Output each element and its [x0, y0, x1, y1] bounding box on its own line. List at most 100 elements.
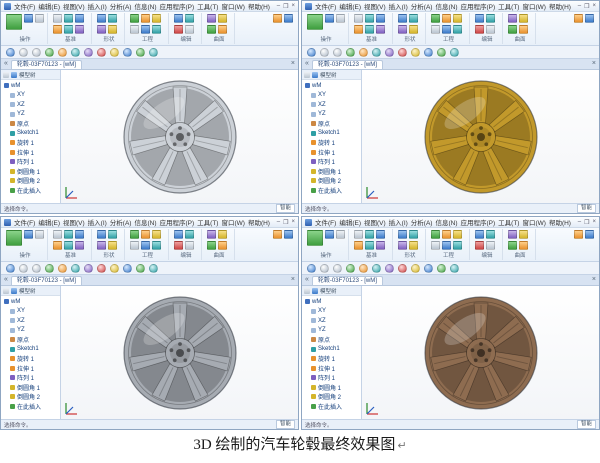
selection-filter[interactable]: 智能 [275, 420, 295, 429]
menu-insert[interactable]: 插入(I) [389, 217, 408, 227]
tree-item-insert-here[interactable]: 在此插入 [1, 186, 60, 196]
switch-window-icon[interactable] [574, 14, 583, 23]
tree-item-round2[interactable]: 倒圆角 2 [1, 176, 60, 186]
csys-display-icon[interactable] [149, 263, 158, 273]
display-style-icon[interactable] [385, 47, 394, 57]
menu-analysis[interactable]: 分析(A) [411, 217, 433, 227]
menu-help[interactable]: 帮助(H) [549, 217, 571, 227]
tree-item-sketch[interactable]: Sketch1 [302, 129, 361, 139]
tree-item-extrude[interactable]: 拉伸 1 [1, 364, 60, 374]
boundary-blend-icon[interactable] [207, 230, 216, 239]
minimize-icon[interactable]: – [277, 3, 280, 10]
ribbon-group-label[interactable]: 曲面 [207, 36, 231, 44]
zoom-out-icon[interactable] [32, 263, 41, 273]
spin-center-icon[interactable] [58, 263, 67, 273]
mirror-icon[interactable] [185, 14, 194, 23]
pattern-icon[interactable] [475, 14, 484, 23]
tree-filter-icon[interactable] [312, 287, 318, 294]
repaint-icon[interactable] [346, 47, 355, 57]
ribbon-group-label[interactable]: 工程 [431, 252, 466, 260]
ribbon-group-label[interactable]: 操作 [307, 36, 345, 44]
tree-item-pattern[interactable]: 阵列 1 [302, 157, 361, 167]
tree-item-sketch[interactable]: Sketch1 [1, 345, 60, 355]
paste-icon[interactable] [325, 230, 334, 239]
menu-help[interactable]: 帮助(H) [549, 1, 571, 11]
datum-point-icon[interactable] [75, 14, 84, 23]
fill-icon[interactable] [519, 14, 528, 23]
plane-display-icon[interactable] [110, 263, 119, 273]
tree-item-root[interactable]: wM [302, 81, 361, 91]
draft-icon[interactable] [152, 25, 161, 34]
menu-info[interactable]: 信息(N) [134, 1, 156, 11]
display-style-icon[interactable] [84, 47, 93, 57]
copy-icon[interactable] [336, 230, 345, 239]
round-icon[interactable] [442, 14, 451, 23]
boundary-blend-icon[interactable] [508, 14, 517, 23]
wheel-model[interactable] [120, 293, 240, 413]
document-tab[interactable]: 轮毂-03F70123 - [wM] [311, 60, 383, 69]
tree-item-plane-xz[interactable]: XZ [302, 100, 361, 110]
viewport-3d[interactable] [362, 286, 599, 419]
shell-icon[interactable] [442, 241, 451, 250]
shell-icon[interactable] [141, 25, 150, 34]
sweep-icon[interactable] [97, 25, 106, 34]
datum-display-icon[interactable] [398, 263, 407, 273]
ribbon-group-label[interactable]: 工程 [431, 36, 466, 44]
selection-filter[interactable]: 智能 [576, 204, 596, 213]
ribbon-group-label[interactable]: 编辑 [475, 36, 499, 44]
viewport-3d[interactable] [61, 70, 298, 203]
point-display-icon[interactable] [136, 47, 145, 57]
extrude-icon[interactable] [97, 14, 106, 23]
tree-filter-icon[interactable] [312, 71, 318, 78]
menu-info[interactable]: 信息(N) [435, 1, 457, 11]
shell-icon[interactable] [442, 25, 451, 34]
datum-csys-icon[interactable] [354, 25, 363, 34]
datum-plane-icon[interactable] [53, 230, 62, 239]
close-icon[interactable]: × [592, 3, 596, 10]
tree-filter-icon[interactable] [11, 287, 17, 294]
tree-item-round1[interactable]: 倒圆角 1 [302, 167, 361, 177]
ribbon-group-label[interactable]: 工程 [130, 36, 165, 44]
switch-window-icon[interactable] [273, 230, 282, 239]
app-icon[interactable] [305, 2, 312, 10]
tree-item-plane-yz[interactable]: YZ [1, 326, 60, 336]
datum-plane-icon[interactable] [53, 14, 62, 23]
curve-icon[interactable] [75, 25, 84, 34]
trim-icon[interactable] [174, 25, 183, 34]
tree-item-extrude[interactable]: 拉伸 1 [302, 364, 361, 374]
revolve-icon[interactable] [108, 14, 117, 23]
fill-icon[interactable] [519, 230, 528, 239]
style-icon[interactable] [508, 241, 517, 250]
tree-item-round2[interactable]: 倒圆角 2 [302, 176, 361, 186]
zoom-in-icon[interactable] [19, 263, 28, 273]
tree-item-plane-xy[interactable]: XY [302, 91, 361, 101]
tree-item-plane-yz[interactable]: YZ [1, 110, 60, 120]
menu-insert[interactable]: 插入(I) [88, 217, 107, 227]
menu-applications[interactable]: 应用程序(P) [461, 217, 496, 227]
app-icon[interactable] [4, 2, 11, 10]
tab-scroll-icon[interactable]: « [4, 275, 8, 285]
menu-view[interactable]: 视图(V) [364, 1, 386, 11]
tree-item-root[interactable]: wM [302, 297, 361, 307]
close-window-icon[interactable] [585, 14, 594, 23]
datum-display-icon[interactable] [97, 47, 106, 57]
sketch-icon[interactable] [365, 25, 374, 34]
freestyle-icon[interactable] [519, 241, 528, 250]
tree-item-pattern[interactable]: 阵列 1 [1, 373, 60, 383]
datum-axis-icon[interactable] [365, 230, 374, 239]
tree-item-insert-here[interactable]: 在此插入 [302, 186, 361, 196]
tree-settings-icon[interactable] [3, 71, 9, 78]
round-icon[interactable] [141, 230, 150, 239]
tree-item-extrude[interactable]: 拉伸 1 [302, 148, 361, 158]
close-tab-icon[interactable]: × [291, 275, 295, 285]
tree-item-plane-yz[interactable]: YZ [302, 110, 361, 120]
merge-icon[interactable] [185, 241, 194, 250]
tree-item-extrude[interactable]: 拉伸 1 [1, 148, 60, 158]
blend-icon[interactable] [108, 25, 117, 34]
tree-item-sketch[interactable]: Sketch1 [302, 345, 361, 355]
view-orientation-icon[interactable] [372, 47, 381, 57]
tree-item-round2[interactable]: 倒圆角 2 [302, 392, 361, 402]
copy-icon[interactable] [35, 14, 44, 23]
tree-item-revolve[interactable]: 旋转 1 [302, 354, 361, 364]
menu-tools[interactable]: 工具(T) [498, 1, 519, 11]
